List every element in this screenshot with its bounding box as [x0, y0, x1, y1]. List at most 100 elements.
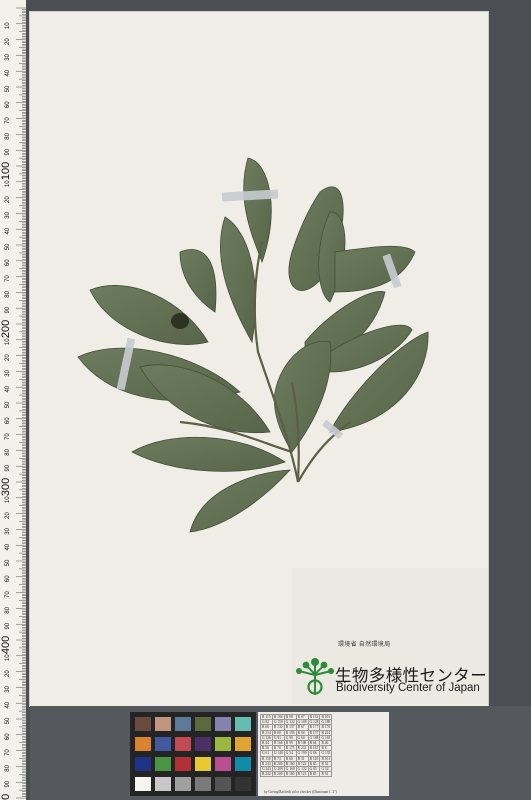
- ruler-label: 10: [5, 496, 11, 503]
- ruler-label: 60: [5, 259, 11, 266]
- calibration-cell: R 157: [307, 729, 321, 736]
- color-swatch: [175, 757, 191, 771]
- color-swatch: [135, 757, 151, 771]
- ruler-label: 90: [5, 622, 11, 629]
- calibration-note: by GretagMacbeth color checker (Illumina…: [264, 790, 337, 794]
- calibration-cell: R 103: [319, 713, 333, 721]
- color-swatch: [235, 757, 251, 771]
- calibration-cell: R 231: [295, 745, 309, 752]
- calibration-cell: B 52: [319, 771, 333, 778]
- ruler-label: 60: [5, 733, 11, 740]
- leaf: [243, 157, 272, 264]
- ruler-label: 20: [5, 354, 11, 361]
- calibration-row: B 242 B 200 B 160 B 121 B 85 B 52: [260, 771, 333, 778]
- ruler-label: 60: [5, 417, 11, 424]
- ruler-label: 40: [5, 385, 11, 392]
- ruler-label: 40: [5, 227, 11, 234]
- color-calibration-table: R 115 R 194 R 98 R 87 R 133 R 103 G 82 G 150 G 1…: [258, 712, 389, 796]
- color-swatch: [135, 737, 151, 751]
- ruler-label: 80: [5, 764, 11, 771]
- calibration-cell: G 188: [307, 734, 321, 742]
- calibration-cell: B 161: [319, 755, 333, 762]
- color-swatch: [235, 777, 251, 791]
- color-checker-card: [130, 712, 256, 796]
- calibration-cell: B 150: [260, 755, 273, 762]
- color-swatch: [155, 777, 171, 791]
- ruler-label: 20: [5, 670, 11, 677]
- ruler-label: 500: [0, 794, 12, 800]
- ruler-label: 90: [5, 464, 11, 471]
- ruler-label: 400: [0, 636, 12, 654]
- calibration-cell: R 122: [295, 760, 309, 768]
- scan-background-top: [26, 0, 531, 12]
- ruler-label: 30: [5, 685, 11, 692]
- color-swatch: [215, 717, 231, 731]
- calibration-cell: R 115: [260, 713, 273, 721]
- institution-label: 環境省 自然環境局 生物多様性センター Biodiversity Center …: [292, 568, 488, 704]
- ruler-label: 10: [5, 180, 11, 187]
- calibration-cell: B 200: [271, 771, 285, 778]
- calibration-cell: G 126: [260, 734, 273, 742]
- calibration-cell: B 130: [271, 724, 285, 731]
- ruler-label: 20: [5, 512, 11, 519]
- color-swatch: [235, 737, 251, 751]
- ruler-label: 70: [5, 591, 11, 598]
- ruler-label: 80: [5, 606, 11, 613]
- leaf: [179, 249, 217, 313]
- ruler-label: 70: [5, 275, 11, 282]
- calibration-cell: R 224: [319, 729, 333, 736]
- calibration-cell: R 194: [271, 713, 285, 721]
- ruler-label: 50: [5, 85, 11, 92]
- ruler-label: 80: [5, 132, 11, 139]
- ruler-label: 10: [5, 338, 11, 345]
- color-swatch: [155, 757, 171, 771]
- leaf: [273, 340, 332, 453]
- calibration-cell: G 200: [271, 766, 285, 773]
- calibration-cell: B 242: [260, 771, 273, 778]
- ruler-label: 50: [5, 717, 11, 724]
- ruler-label: 50: [5, 401, 11, 408]
- color-swatch: [175, 737, 191, 751]
- calibration-cell: G 160: [283, 766, 297, 773]
- pressed-plant-specimen: [77, 157, 429, 533]
- calibration-cell: G 133: [319, 750, 333, 757]
- calibration-cell: G 122: [283, 719, 297, 726]
- color-swatch: [175, 777, 191, 791]
- calibration-cell: R 193: [283, 729, 297, 736]
- calibration-cell: R 160: [283, 760, 297, 768]
- color-swatch: [195, 717, 211, 731]
- calibration-cell: B 160: [283, 771, 297, 778]
- color-swatch: [155, 737, 171, 751]
- biodiversity-center-plant-logo-icon: [296, 658, 334, 695]
- leaf-gall-spot: [171, 313, 189, 329]
- calibration-cell: G 148: [271, 750, 285, 757]
- ruler-label: 30: [5, 211, 11, 218]
- ruler-label: 60: [5, 575, 11, 582]
- color-swatch: [195, 777, 211, 791]
- ruler-label: 40: [5, 701, 11, 708]
- ruler-label: 70: [5, 433, 11, 440]
- calibration-values: R 115 R 194 R 98 R 87 R 133 R 103 G 82 G 150 G 1…: [260, 713, 333, 778]
- ruler-label: 80: [5, 448, 11, 455]
- ruler-label: 300: [0, 478, 12, 496]
- ruler-label: 80: [5, 290, 11, 297]
- calibration-cell: B 121: [295, 771, 309, 778]
- color-swatch: [195, 737, 211, 751]
- color-swatch: [215, 737, 231, 751]
- ruler-label: 10: [5, 654, 11, 661]
- calibration-cell: B 166: [271, 739, 285, 747]
- calibration-cell: R 200: [271, 760, 285, 768]
- color-swatch: [235, 717, 251, 731]
- color-swatch: [175, 717, 191, 731]
- leaf: [89, 285, 209, 345]
- herbarium-scan: 10 20 30 40 50 60 70 80 90 100 10 20 30 40 50 60 70 80 90 2…: [0, 0, 531, 800]
- calibration-cell: R 133: [307, 713, 321, 721]
- calibration-cell: R 187: [307, 745, 321, 752]
- calibration-cell: G 163: [319, 734, 333, 742]
- calibration-cell: G 128: [307, 719, 321, 726]
- calibration-cell: R 175: [283, 745, 297, 752]
- ruler-scale: 1020304050607080901001020304050607080902…: [0, 7, 26, 800]
- ruler-label: 200: [0, 320, 12, 338]
- color-swatch: [215, 757, 231, 771]
- ruler-label: 50: [5, 559, 11, 566]
